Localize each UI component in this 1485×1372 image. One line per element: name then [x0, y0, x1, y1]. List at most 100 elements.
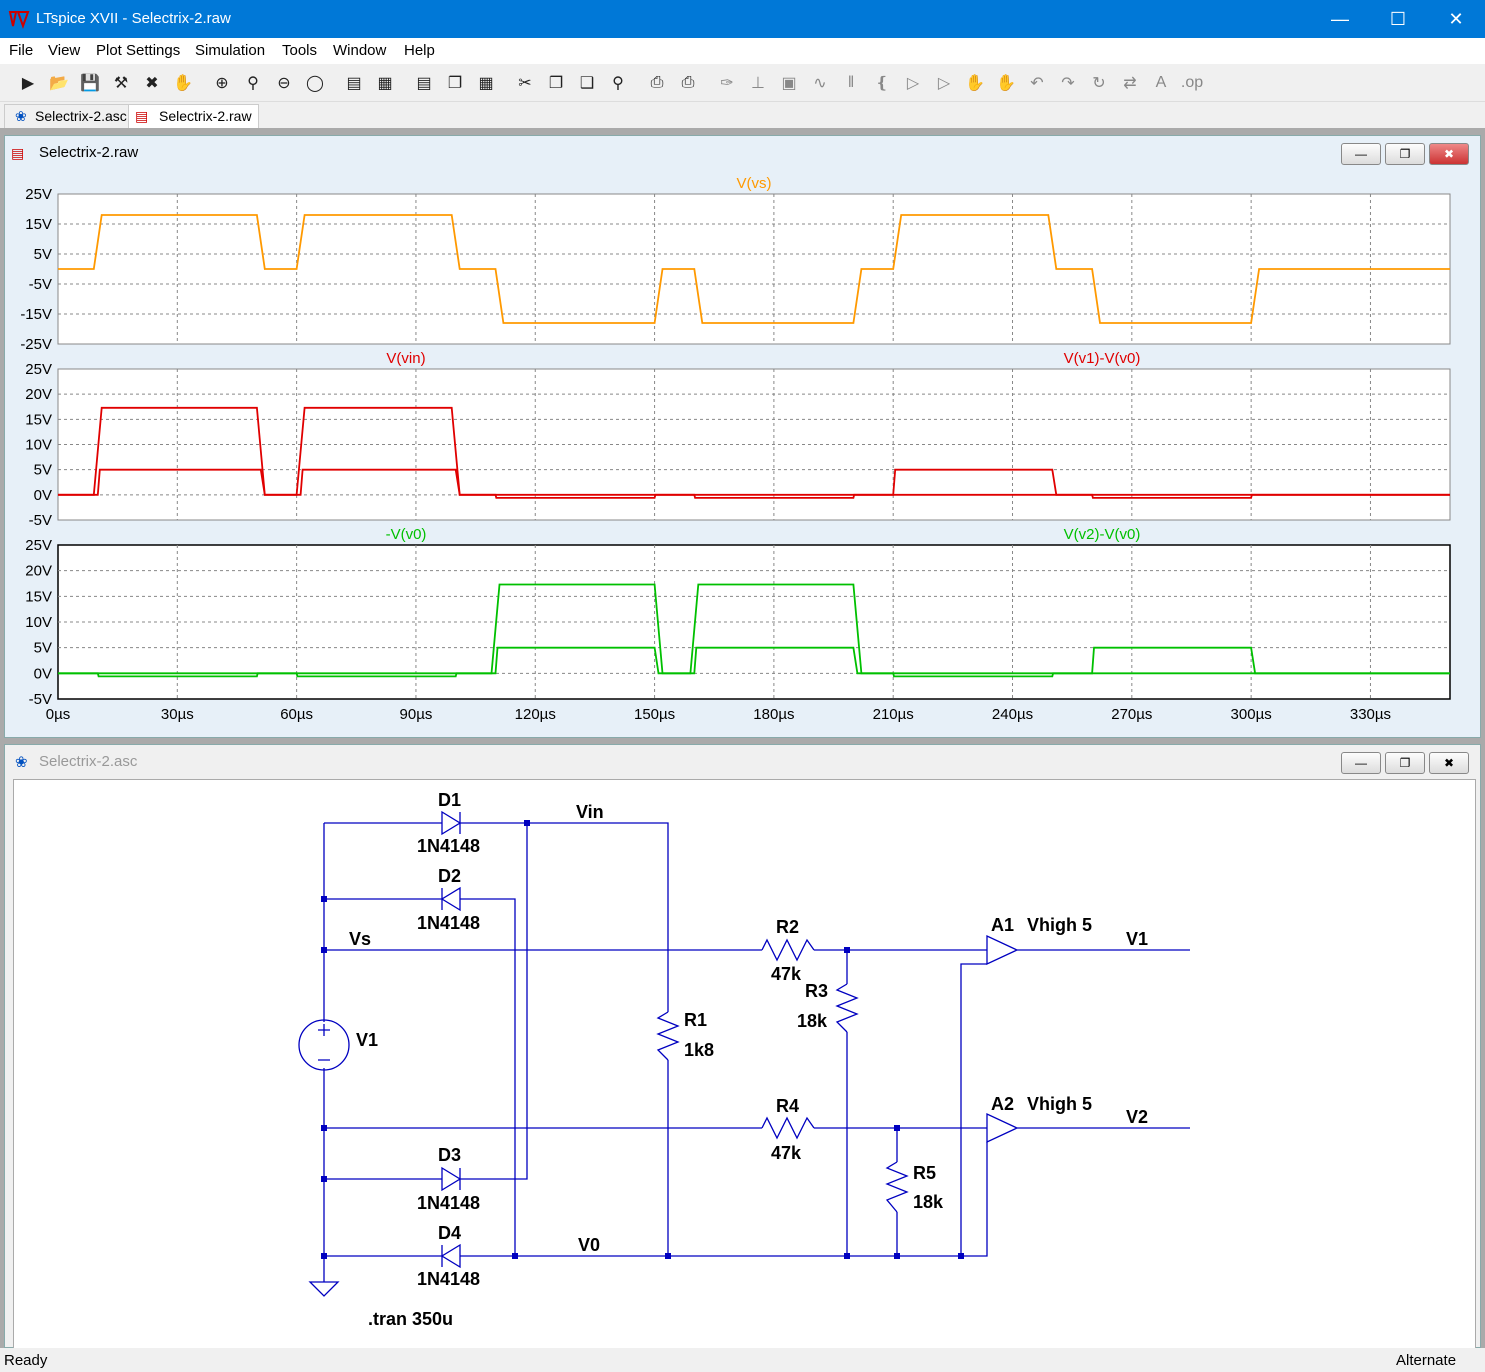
ground-icon[interactable]: ⊥ — [744, 69, 772, 97]
diode-d4 — [440, 1243, 461, 1269]
tile-horizontal-icon[interactable]: ▤ — [410, 69, 438, 97]
close-button[interactable]: ✕ — [1427, 0, 1485, 38]
maximize-button[interactable]: ☐ — [1369, 0, 1427, 38]
y-tick-label: 15V — [25, 588, 52, 605]
label-r5-value: 18k — [913, 1192, 944, 1212]
paste-icon[interactable]: ❑ — [573, 69, 601, 97]
menu-view[interactable]: View — [48, 42, 80, 59]
cut-icon[interactable]: ✂ — [511, 69, 539, 97]
schematic-icon: ❀ — [15, 754, 28, 771]
find-icon[interactable]: ⚲ — [604, 69, 632, 97]
status-mode: Alternate — [1396, 1352, 1457, 1369]
x-tick-label: 60µs — [280, 706, 313, 723]
x-tick-label: 0µs — [46, 706, 71, 723]
child-minimize-button[interactable]: — — [1341, 752, 1381, 774]
y-tick-label: 5V — [34, 462, 52, 479]
autorange-icon[interactable]: ▤ — [340, 69, 368, 97]
zoom-area-icon[interactable]: ⚲ — [239, 69, 267, 97]
child-restore-button[interactable]: ❐ — [1385, 752, 1425, 774]
child-minimize-button[interactable]: — — [1341, 143, 1381, 165]
wire-icon[interactable]: ✑ — [713, 69, 741, 97]
diode-icon[interactable]: ▷ — [899, 69, 927, 97]
menu-plot-settings[interactable]: Plot Settings — [96, 42, 180, 59]
net-label-v1: V1 — [1126, 929, 1148, 949]
drag-icon[interactable]: ✋ — [992, 69, 1020, 97]
tab-schematic[interactable]: ❀ Selectrix-2.asc — [4, 104, 134, 128]
child-close-button[interactable]: ✖ — [1429, 752, 1469, 774]
label-r2: R2 — [776, 917, 799, 937]
trace-label: V(v2)-V(v0) — [1064, 526, 1141, 543]
marker-icon[interactable]: ▦ — [371, 69, 399, 97]
y-tick-label: 25V — [25, 537, 52, 554]
zoom-out-icon[interactable]: ⊖ — [270, 69, 298, 97]
zoom-in-icon[interactable]: ⊕ — [208, 69, 236, 97]
y-tick-label: 20V — [25, 386, 52, 403]
window-titlebar: LTspice XVII - Selectrix-2.raw — ☐ ✕ — [0, 0, 1485, 38]
diode-d1 — [441, 810, 462, 836]
child-restore-button[interactable]: ❐ — [1385, 143, 1425, 165]
trace-label: V(vin) — [386, 350, 425, 367]
x-tick-label: 270µs — [1111, 706, 1152, 723]
spice-directive-tran: .tran 350u — [368, 1309, 453, 1329]
resistor-icon[interactable]: ∿ — [806, 69, 834, 97]
toolbar: ▶ 📂 💾 ⚒ ✖ ✋ ⊕ ⚲ ⊖ ◯ ▤ ▦ ▤ ❐ ▦ ✂ ❐ ❑ ⚲ ⎙ ⎙ ✑ ⊥ ▣ ∿ ‖ ❴ ▷ ▷ ✋ ✋ ↶ ↷ ↻ ⇄ A .op — [0, 64, 1485, 102]
y-tick-label: 10V — [25, 437, 52, 454]
x-tick-label: 150µs — [634, 706, 675, 723]
x-tick-label: 90µs — [400, 706, 433, 723]
zoom-fit-icon[interactable]: ◯ — [301, 69, 329, 97]
y-tick-label: 25V — [25, 361, 52, 378]
capacitor-icon[interactable]: ‖ — [837, 69, 865, 97]
undo-icon[interactable]: ↶ — [1023, 69, 1051, 97]
label-icon[interactable]: ▣ — [775, 69, 803, 97]
menu-help[interactable]: Help — [404, 42, 435, 59]
ltspice-app-icon — [8, 11, 30, 29]
minimize-button[interactable]: — — [1311, 0, 1369, 38]
menu-file[interactable]: File — [9, 42, 33, 59]
diode-d3 — [441, 1166, 462, 1192]
menu-window[interactable]: Window — [333, 42, 386, 59]
control-panel-icon[interactable]: ⚒ — [107, 69, 135, 97]
tab-waveform[interactable]: ▤ Selectrix-2.raw — [128, 104, 259, 128]
run-icon[interactable]: ▶ — [14, 69, 42, 97]
menu-simulation[interactable]: Simulation — [195, 42, 265, 59]
y-tick-label: 15V — [25, 216, 52, 233]
net-label-v2: V2 — [1126, 1107, 1148, 1127]
schematic-icon: ❀ — [15, 108, 27, 124]
tab-label: Selectrix-2.asc — [35, 108, 127, 124]
save-icon[interactable]: 💾 — [76, 69, 104, 97]
label-r3-value: 18k — [797, 1011, 828, 1031]
window-title: LTspice XVII - Selectrix-2.raw — [36, 10, 231, 27]
rotate-icon[interactable]: ↻ — [1085, 69, 1113, 97]
schematic-canvas[interactable]: D1 1N4148 D2 1N4148 D3 1N4148 D4 1N4148 … — [13, 779, 1476, 1349]
y-tick-label: 25V — [25, 186, 52, 203]
print-icon[interactable]: ⎙ — [674, 69, 702, 97]
redo-icon[interactable]: ↷ — [1054, 69, 1082, 97]
component-icon[interactable]: ▷ — [930, 69, 958, 97]
label-r4: R4 — [776, 1096, 799, 1116]
label-d4: D4 — [438, 1223, 461, 1243]
waveform-plot-area[interactable]: 25V 15V 5V -5V -15V -25V V(vs) 25V 20V 15V 10V 5V 0V… — [10, 170, 1475, 734]
trace-label: -V(v0) — [386, 526, 427, 543]
x-tick-label: 300µs — [1231, 706, 1272, 723]
pan-icon[interactable]: ✋ — [169, 69, 197, 97]
tile-vertical-icon[interactable]: ▦ — [472, 69, 500, 97]
schematic-svg: D1 1N4148 D2 1N4148 D3 1N4148 D4 1N4148 … — [298, 790, 1190, 1329]
print-setup-icon[interactable]: ⎙ — [643, 69, 671, 97]
menu-tools[interactable]: Tools — [282, 42, 317, 59]
mirror-icon[interactable]: ⇄ — [1116, 69, 1144, 97]
copy-icon[interactable]: ❐ — [542, 69, 570, 97]
halt-icon[interactable]: ✖ — [138, 69, 166, 97]
y-tick-label: 5V — [34, 640, 52, 657]
schematic-window-title: Selectrix-2.asc — [39, 753, 138, 770]
inductor-icon[interactable]: ❴ — [868, 69, 896, 97]
schematic-window: ❀ Selectrix-2.asc — ❐ ✖ D1 1N4148 D2 1N4… — [4, 744, 1481, 1349]
spice-directive-icon[interactable]: .op — [1178, 69, 1206, 97]
open-icon[interactable]: 📂 — [45, 69, 73, 97]
child-close-button[interactable]: ✖ — [1429, 143, 1469, 165]
cascade-icon[interactable]: ❐ — [441, 69, 469, 97]
text-icon[interactable]: A — [1147, 69, 1175, 97]
label-r2-value: 47k — [771, 964, 802, 984]
move-icon[interactable]: ✋ — [961, 69, 989, 97]
waveform-window: ▤ Selectrix-2.raw — ❐ ✖ 25V 15V 5V -5V -15V -… — [4, 135, 1481, 738]
x-tick-label: 210µs — [873, 706, 914, 723]
